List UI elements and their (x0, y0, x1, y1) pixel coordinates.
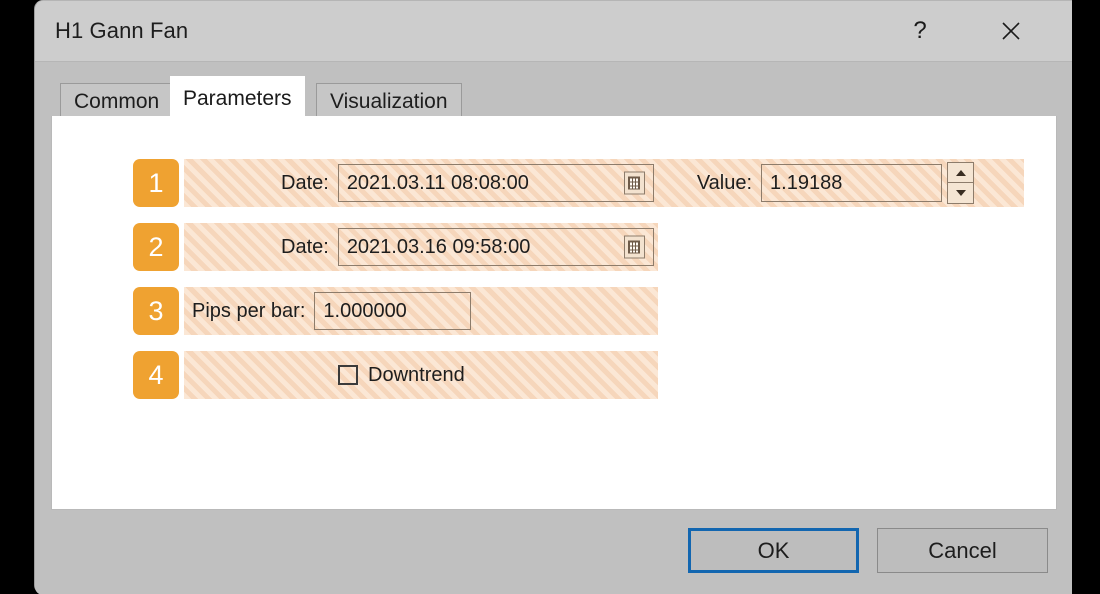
calendar-button-1[interactable] (623, 171, 645, 195)
ok-button[interactable]: OK (688, 528, 859, 573)
close-button[interactable] (988, 9, 1034, 53)
parameter-row: 1 Date: 2021.03.11 08:08:00 Value: 1.191… (133, 159, 1024, 207)
value-increment-button[interactable] (947, 162, 975, 183)
gann-fan-dialog: H1 Gann Fan ? Common Parameters Visualiz… (34, 0, 1072, 594)
calendar-button-2[interactable] (623, 235, 645, 259)
value-decrement-button[interactable] (947, 183, 975, 204)
date-input-2[interactable]: 2021.03.16 09:58:00 (337, 228, 654, 266)
row-badge-2: 2 (133, 223, 179, 271)
tab-common[interactable]: Common (60, 83, 174, 119)
tab-strip: Common Parameters Visualization (35, 63, 1072, 121)
screen: H1 Gann Fan ? Common Parameters Visualiz… (0, 0, 1100, 594)
dialog-title: H1 Gann Fan (55, 18, 189, 43)
parameter-row: 3 Pips per bar: 1.000000 (133, 287, 658, 335)
calendar-icon (628, 176, 641, 190)
row-badge-3: 3 (133, 287, 179, 335)
date-label-1: Date: (281, 171, 329, 194)
row-field-band: Pips per bar: 1.000000 (184, 287, 658, 335)
downtrend-label: Downtrend (368, 363, 465, 386)
tab-visualization[interactable]: Visualization (316, 83, 462, 119)
date-input-1[interactable]: 2021.03.11 08:08:00 (337, 164, 654, 202)
pips-per-bar-label: Pips per bar: (192, 299, 306, 322)
date-label-2: Date: (281, 235, 329, 258)
downtrend-checkbox[interactable] (338, 365, 358, 385)
arrow-down-icon (955, 190, 966, 196)
title-bar: H1 Gann Fan ? (35, 1, 1072, 62)
arrow-up-icon (955, 169, 966, 176)
tab-parameters[interactable]: Parameters (170, 76, 305, 121)
pips-per-bar-input[interactable]: 1.000000 (314, 292, 472, 330)
parameters-panel: 1 Date: 2021.03.11 08:08:00 Value: 1.191… (51, 116, 1057, 510)
row-badge-1: 1 (133, 159, 179, 207)
help-button[interactable]: ? (897, 9, 943, 53)
value-input[interactable]: 1.19188 (761, 164, 943, 202)
downtrend-checkbox-row[interactable]: Downtrend (338, 364, 465, 387)
row-badge-4: 4 (133, 351, 179, 399)
calendar-icon (628, 240, 641, 254)
value-label: Value: (696, 171, 753, 194)
close-icon (1002, 22, 1020, 40)
row-field-band: Date: 2021.03.11 08:08:00 Value: 1.19188 (184, 159, 1024, 207)
row-field-band: Downtrend (184, 351, 658, 399)
parameter-row: 4 Downtrend (133, 351, 658, 399)
row-field-band: Date: 2021.03.16 09:58:00 (184, 223, 658, 271)
value-stepper[interactable] (947, 162, 975, 204)
cancel-button[interactable]: Cancel (877, 528, 1048, 573)
question-mark-icon: ? (913, 17, 927, 44)
parameter-row: 2 Date: 2021.03.16 09:58:00 (133, 223, 658, 271)
dialog-footer: OK Cancel (35, 510, 1072, 594)
